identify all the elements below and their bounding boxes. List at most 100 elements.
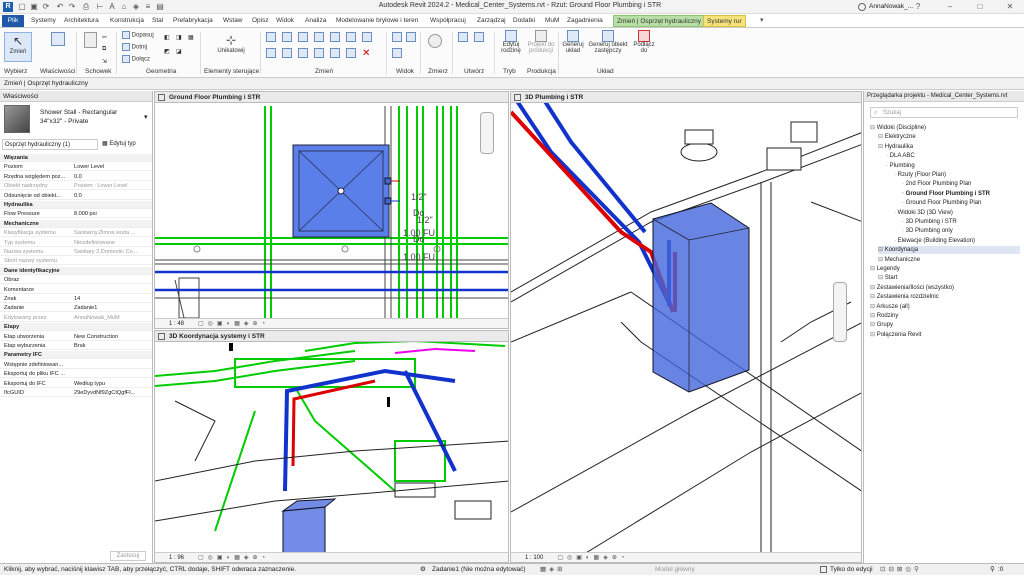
- browser-tree-item[interactable]: ⊟ Arkusze (all): [870, 303, 910, 311]
- tab-collaborate[interactable]: Współpracuj: [427, 15, 469, 27]
- section-icon[interactable]: ◈: [131, 2, 141, 11]
- browser-tree-item[interactable]: ⊟ Widoki (Discipline): [870, 124, 926, 132]
- browser-tree-item[interactable]: ⊟ Zestawienia rozdzielnic: [870, 293, 939, 301]
- select-panel-label[interactable]: Wybierz: [4, 68, 27, 75]
- type-size[interactable]: 34"x32" - Private: [40, 118, 88, 125]
- property-value[interactable]: Poziom : Lower Level: [74, 182, 150, 190]
- browser-tree-item[interactable]: · Elewacje (Building Elevation): [894, 237, 975, 245]
- expand-icon[interactable]: ⊟: [870, 322, 877, 328]
- view-tool-3-icon[interactable]: [392, 48, 402, 58]
- property-row[interactable]: Nazwa systemu Sanitary 2,Domestic Co...: [0, 248, 152, 256]
- tab-massing[interactable]: Modelowanie bryłowe i teren: [333, 15, 421, 27]
- browser-tree-item[interactable]: · 2nd Floor Plumbing Plan: [902, 180, 971, 188]
- tab-steel[interactable]: Stal: [149, 15, 166, 27]
- instance-filter[interactable]: Osprzęt hydrauliczny (1): [2, 139, 98, 150]
- property-value[interactable]: Niezdefiniowane: [74, 239, 150, 247]
- floor-plan-view[interactable]: 1/2" Do 1.00 FU 1/2" Do 1.00 FU Ground F…: [154, 91, 509, 329]
- split-icon[interactable]: [266, 48, 276, 58]
- status-workset[interactable]: Zadanie1 (Nie można edytować): [432, 564, 526, 576]
- view-scale[interactable]: 1 : 96: [169, 555, 184, 561]
- property-row[interactable]: Eksportuj do pliku IFC ...: [0, 370, 152, 379]
- property-section[interactable]: Parametry IFC: [0, 351, 152, 360]
- user-icon[interactable]: [858, 3, 866, 11]
- edit-family-button[interactable]: Edytuj rodzinę: [497, 30, 525, 54]
- undo-icon[interactable]: ↶: [55, 2, 65, 11]
- copy-icon[interactable]: ⧉: [102, 46, 106, 53]
- apply-button[interactable]: Zastosuj: [110, 551, 146, 561]
- browser-tree-item[interactable]: ⊟ Rodziny: [870, 312, 898, 320]
- geometry-tool-3-icon[interactable]: ▦: [188, 34, 194, 41]
- expand-icon[interactable]: ⊟: [878, 247, 885, 253]
- geometry-tool-5-icon[interactable]: ◪: [176, 48, 182, 55]
- copy-element-icon[interactable]: [330, 32, 340, 42]
- view-controls-icon[interactable]: ▢◎▣◐▦◈⊕◔: [198, 321, 269, 327]
- user-name[interactable]: AnnaNowak_...: [869, 3, 913, 10]
- unpin-icon[interactable]: [330, 48, 340, 58]
- tab-architecture[interactable]: Architektura: [61, 15, 102, 27]
- status-tools-icon[interactable]: ▦◈⊞: [540, 564, 566, 576]
- property-row[interactable]: Edytowany przez AnnaNowak_MuM: [0, 314, 152, 322]
- 3d-coordination-view[interactable]: 3D Koordynacja systemy i STR 1 : 96 ▢◎▣◐▦…: [154, 330, 509, 563]
- ribbon-minimize-icon[interactable]: ▾: [760, 17, 768, 25]
- status-workset-icon[interactable]: ⚙: [420, 564, 426, 576]
- view-scale[interactable]: 1 : 48: [169, 321, 184, 327]
- measure-icon[interactable]: ⊢: [95, 2, 105, 11]
- tab-addins[interactable]: Dodatki: [510, 15, 538, 27]
- view-controls-icon[interactable]: ▢◎▣◐▦◈⊕◔: [198, 555, 269, 561]
- browser-tree-item[interactable]: · 3D Plumbing only: [902, 227, 953, 235]
- navigation-bar-icon[interactable]: [833, 282, 847, 342]
- type-name[interactable]: Shower Stall - Rectangular: [40, 109, 117, 116]
- expand-icon[interactable]: ⊟: [870, 125, 877, 131]
- property-value[interactable]: 8.000 psi: [74, 210, 150, 218]
- pin-icon[interactable]: [314, 48, 324, 58]
- rotate-icon[interactable]: [346, 32, 356, 42]
- tab-view[interactable]: Widok: [273, 15, 297, 27]
- editable-only-checkbox[interactable]: [820, 566, 827, 573]
- tab-mum[interactable]: MuM: [542, 15, 562, 27]
- maximize-icon[interactable]: □: [975, 2, 985, 11]
- property-section[interactable]: Więzania: [0, 154, 152, 162]
- thin-lines-icon[interactable]: ≡: [143, 2, 153, 11]
- property-row[interactable]: Etap wyburzenia Brak: [0, 342, 152, 350]
- tab-manage[interactable]: Zarządzaj: [474, 15, 509, 27]
- connect-into-button[interactable]: Podłącz do: [630, 30, 658, 54]
- generate-placeholder-button[interactable]: Generuj obiekt zastępczy: [588, 30, 628, 54]
- tab-pipe-systems[interactable]: Systemy rur: [703, 15, 746, 27]
- array-icon[interactable]: [282, 48, 292, 58]
- expand-icon[interactable]: ⊟: [870, 313, 877, 319]
- expand-icon[interactable]: ⊟: [878, 275, 885, 281]
- properties-button[interactable]: [44, 32, 72, 46]
- match-type-icon[interactable]: ⇲: [102, 58, 107, 65]
- expand-icon[interactable]: ⊟: [878, 144, 885, 150]
- type-selector-chevron-icon[interactable]: ▾: [144, 113, 148, 121]
- property-row[interactable]: Skrót nazwy systemu: [0, 257, 152, 266]
- align-icon[interactable]: [266, 32, 276, 42]
- property-row[interactable]: Obiekt nadrzędny Poziom : Lower Level: [0, 182, 152, 191]
- view-tab-3d-plumbing[interactable]: 3D Plumbing i STR: [511, 92, 861, 103]
- tab-analyze[interactable]: Analiza: [302, 15, 329, 27]
- property-row[interactable]: Etap utworzenia New Construction: [0, 333, 152, 341]
- save-icon[interactable]: ▣: [29, 2, 39, 11]
- mirror-icon[interactable]: [298, 32, 308, 42]
- expand-icon[interactable]: ⊟: [878, 257, 885, 263]
- property-row[interactable]: Komentarze: [0, 286, 152, 294]
- property-row[interactable]: Typ systemu Niezdefiniowane: [0, 239, 152, 247]
- 3d-icon[interactable]: ⌂: [119, 2, 129, 11]
- tab-systems[interactable]: Systemy: [28, 15, 59, 27]
- property-row[interactable]: Flow Pressure 8.000 psi: [0, 210, 152, 219]
- print-icon[interactable]: ⎙: [81, 2, 91, 11]
- tab-insert[interactable]: Wstaw: [220, 15, 246, 27]
- measure-tool-icon[interactable]: [428, 34, 442, 48]
- create-tool-1-icon[interactable]: [458, 32, 468, 42]
- property-row[interactable]: Klasyfikacja systemu Sanitarny,Zimna woda…: [0, 229, 152, 238]
- sync-icon[interactable]: ⟳: [41, 2, 51, 11]
- redo-icon[interactable]: ↷: [67, 2, 77, 11]
- property-section[interactable]: Mechaniczne: [0, 219, 152, 228]
- tab-modify-plumbing-fixture[interactable]: Zmień | Osprzęt hydrauliczny: [613, 15, 706, 27]
- browser-tree-item[interactable]: ⊟ Elektryczne: [878, 133, 916, 141]
- property-value[interactable]: Sanitarny,Zimna woda ...: [74, 229, 150, 237]
- browser-tree-item[interactable]: ⊟ Mechaniczne: [878, 256, 920, 264]
- view-controls-icon[interactable]: ▢◎▣◐▦◈⊕◔: [557, 555, 628, 561]
- property-row[interactable]: IfcGUID 29eDyvdNf9ZgCtQgfFl...: [0, 389, 152, 397]
- selection-filter-icon[interactable]: ⊡⊟⊠◎⚲: [880, 564, 922, 576]
